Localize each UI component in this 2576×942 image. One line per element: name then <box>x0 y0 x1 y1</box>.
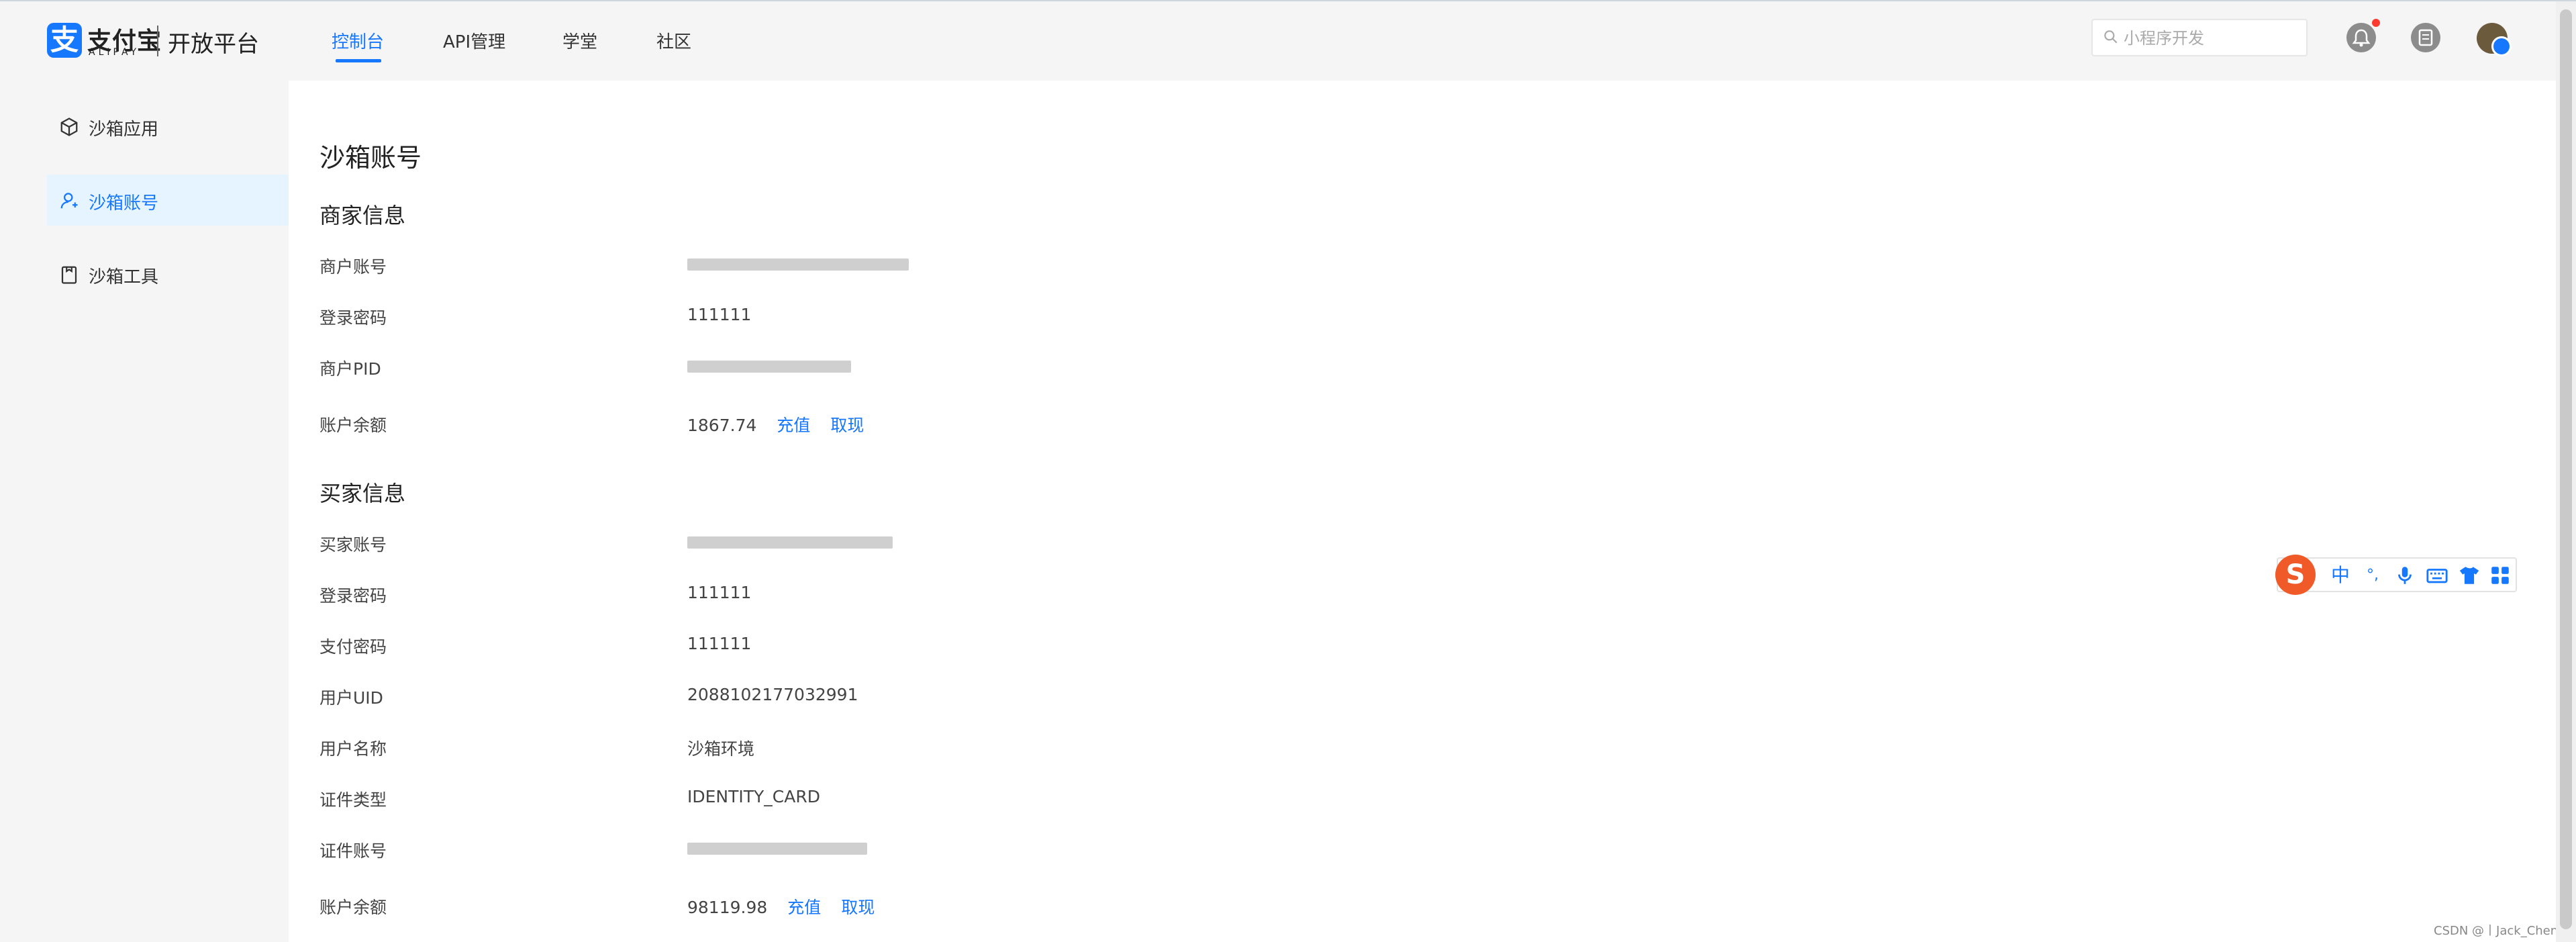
buyer-pay-password-value: 111111 <box>687 634 752 653</box>
main-content: 沙箱账号 商家信息 商户账号 登录密码 111111 商户PID 账户余额 18… <box>289 81 2556 942</box>
alipay-logo-icon[interactable]: 支 <box>47 23 82 58</box>
scrollbar-thumb[interactable] <box>2560 9 2572 929</box>
nav-community[interactable]: 社区 <box>656 28 691 53</box>
buyer-uid-label: 用户UID <box>319 688 383 708</box>
top-header: 支 支付宝 ALIPAY 开放平台 控制台 API管理 学堂 社区 <box>0 1 2556 81</box>
shirt-icon[interactable] <box>2458 564 2481 587</box>
merchant-balance-value: 1867.74 <box>687 416 757 435</box>
nav-console[interactable]: 控制台 <box>332 28 384 53</box>
merchant-balance-row: 1867.74 充值 取现 <box>687 412 864 436</box>
ime-toolbar[interactable]: S 中 °, <box>2275 555 2517 595</box>
user-icon <box>60 193 78 209</box>
sidebar-item-sandbox-app[interactable]: 沙箱应用 <box>47 101 289 152</box>
logo-divider <box>157 26 158 56</box>
document-icon[interactable] <box>2411 23 2440 52</box>
merchant-account-value <box>687 254 909 273</box>
page-title: 沙箱账号 <box>319 143 422 173</box>
buyer-balance-label: 账户余额 <box>319 898 387 917</box>
buyer-id-type-value: IDENTITY_CARD <box>687 787 820 806</box>
search-input[interactable] <box>2122 26 2299 51</box>
logo-subtext: ALIPAY <box>89 47 140 58</box>
buyer-account-value <box>687 532 893 551</box>
buyer-id-number-value <box>687 838 867 857</box>
avatar-badge-icon <box>2491 36 2512 56</box>
sidebar: 沙箱应用 沙箱账号 沙箱工具 <box>0 81 289 942</box>
merchant-password-label: 登录密码 <box>319 308 387 328</box>
sidebar-item-label: 沙箱应用 <box>89 120 159 140</box>
buyer-pay-password-label: 支付密码 <box>319 637 387 657</box>
buyer-balance-row: 98119.98 充值 取现 <box>687 894 875 919</box>
nav-active-indicator <box>336 59 381 62</box>
buyer-recharge-link[interactable]: 充值 <box>787 898 821 917</box>
buyer-name-label: 用户名称 <box>319 739 387 759</box>
merchant-recharge-link[interactable]: 充值 <box>777 416 810 435</box>
buyer-balance-value: 98119.98 <box>687 898 768 917</box>
buyer-withdraw-link[interactable]: 取现 <box>841 898 875 917</box>
buyer-password-label: 登录密码 <box>319 586 387 606</box>
grid-icon[interactable] <box>2489 564 2512 587</box>
merchant-balance-label: 账户余额 <box>319 416 387 435</box>
search-icon <box>2104 30 2118 44</box>
platform-name: 开放平台 <box>168 31 259 58</box>
sogou-logo-icon[interactable]: S <box>2275 555 2316 595</box>
masked-value <box>687 536 893 549</box>
ime-chinese-toggle[interactable]: 中 <box>2329 564 2352 587</box>
cube-icon <box>60 117 78 136</box>
keyboard-icon[interactable] <box>2426 564 2448 587</box>
sidebar-item-label: 沙箱工具 <box>89 267 159 287</box>
merchant-pid-value <box>687 356 851 375</box>
buyer-section-title: 买家信息 <box>319 481 406 506</box>
sidebar-item-label: 沙箱账号 <box>89 193 159 214</box>
microphone-icon[interactable] <box>2393 564 2416 587</box>
merchant-section-title: 商家信息 <box>319 203 406 228</box>
merchant-pid-label: 商户PID <box>319 359 381 379</box>
buyer-password-value: 111111 <box>687 583 752 602</box>
buyer-uid-value: 2088102177032991 <box>687 685 858 704</box>
buyer-id-type-label: 证件类型 <box>319 790 387 810</box>
vertical-scrollbar[interactable] <box>2556 1 2576 942</box>
nav-academy[interactable]: 学堂 <box>562 28 597 53</box>
merchant-password-value: 111111 <box>687 305 752 324</box>
notification-dot <box>2372 19 2380 27</box>
buyer-account-label: 买家账号 <box>319 535 387 555</box>
sidebar-item-sandbox-tools[interactable]: 沙箱工具 <box>47 248 289 299</box>
ime-punctuation-toggle[interactable]: °, <box>2361 564 2384 587</box>
clipboard-icon <box>61 266 77 284</box>
masked-value <box>687 843 867 855</box>
nav-api-management[interactable]: API管理 <box>443 28 505 53</box>
masked-value <box>687 258 909 271</box>
merchant-withdraw-link[interactable]: 取现 <box>830 416 864 435</box>
buyer-id-number-label: 证件账号 <box>319 841 387 861</box>
watermark: CSDN @丨Jack_Chen丨 <box>2434 924 2571 938</box>
search-box[interactable] <box>2091 19 2308 56</box>
merchant-account-label: 商户账号 <box>319 257 387 277</box>
bell-icon[interactable] <box>2346 23 2376 52</box>
buyer-name-value: 沙箱环境 <box>687 739 755 759</box>
sidebar-item-sandbox-account[interactable]: 沙箱账号 <box>47 175 289 226</box>
masked-value <box>687 361 851 373</box>
